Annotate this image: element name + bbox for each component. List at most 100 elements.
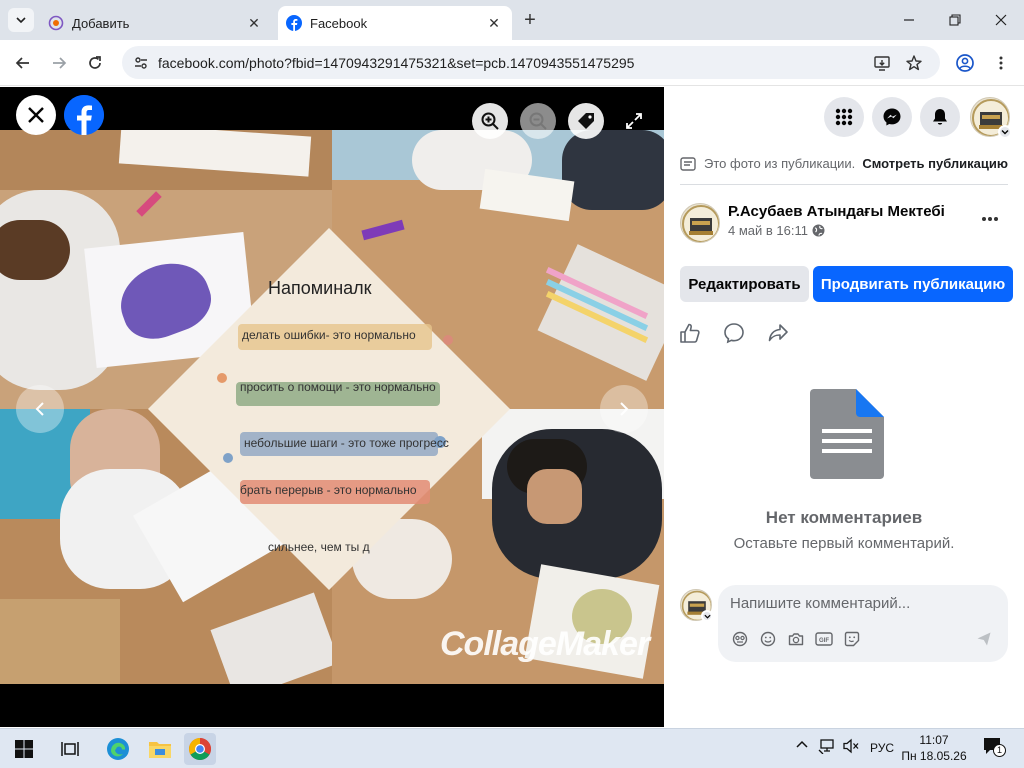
chevron-up-icon: [796, 740, 808, 748]
address-bar[interactable]: facebook.com/photo?fbid=1470943291475321…: [122, 46, 940, 79]
fullscreen-button[interactable]: [616, 103, 652, 139]
edit-button[interactable]: Редактировать: [680, 266, 809, 302]
globe-icon: [812, 224, 825, 237]
comment-input[interactable]: Напишите комментарий... GIF: [718, 585, 1008, 662]
profile-button[interactable]: [950, 48, 980, 78]
clock-date: Пн 18.05.26: [901, 749, 967, 763]
zoom-out-button[interactable]: [520, 103, 556, 139]
notification-center-button[interactable]: 1: [982, 736, 1006, 759]
school-emblem-icon: [682, 205, 719, 242]
clock[interactable]: 11:07 Пн 18.05.26: [900, 732, 968, 764]
folder-icon: [149, 742, 171, 758]
comment-bubble-icon: [724, 323, 744, 344]
thumbs-up-icon: [680, 323, 700, 343]
close-tab-icon[interactable]: ✕: [484, 13, 504, 33]
menu-button[interactable]: [824, 97, 864, 137]
tab-dobavit[interactable]: Добавить ✕: [40, 6, 272, 40]
send-icon: [977, 632, 991, 646]
share-button[interactable]: [766, 321, 790, 345]
reload-button[interactable]: [80, 48, 110, 78]
task-view-button[interactable]: [54, 733, 86, 765]
network-button[interactable]: [818, 738, 836, 757]
install-app-button[interactable]: [869, 50, 895, 76]
forward-button[interactable]: [44, 48, 74, 78]
more-horizontal-icon: [982, 217, 998, 221]
view-publication-link[interactable]: Смотреть публикацию: [862, 156, 1008, 171]
close-tab-icon[interactable]: ✕: [244, 13, 264, 33]
site-info-button[interactable]: [126, 48, 156, 78]
restore-window-button[interactable]: [932, 0, 978, 40]
clock-time: 11:07: [919, 733, 949, 747]
comment-button[interactable]: [722, 321, 746, 345]
show-hidden-icons-button[interactable]: [795, 738, 809, 755]
author-avatar[interactable]: [680, 203, 720, 243]
fullscreen-icon: [626, 113, 642, 129]
edge-browser-button[interactable]: [102, 733, 134, 765]
messenger-icon: [883, 108, 901, 126]
zoom-out-icon: [529, 112, 547, 130]
photo-viewer: Напоминалк делать ошибки- это нормально …: [0, 87, 664, 727]
edge-icon: [107, 738, 129, 760]
previous-photo-button[interactable]: [16, 385, 64, 433]
back-button[interactable]: [8, 48, 38, 78]
author-name[interactable]: Р.Асубаев Атындағы Мектебі: [728, 203, 945, 220]
chevron-right-icon: [620, 402, 629, 416]
like-button[interactable]: [678, 321, 702, 345]
tune-icon: [135, 56, 147, 69]
close-photo-button[interactable]: [16, 95, 56, 135]
avatar-sticker-button[interactable]: [730, 629, 750, 649]
notifications-button[interactable]: [920, 97, 960, 137]
emoji-button[interactable]: [758, 629, 778, 649]
network-icon: [818, 739, 834, 755]
chrome-browser-button[interactable]: [184, 733, 216, 765]
minimize-icon: [904, 19, 914, 21]
minimize-window-button[interactable]: [886, 0, 932, 40]
reload-icon: [89, 56, 101, 69]
next-photo-button[interactable]: [600, 385, 648, 433]
poster-line: брать перерыв - это нормально: [240, 483, 417, 497]
smiley-icon: [760, 631, 776, 647]
commenter-switch-chevron[interactable]: [701, 610, 713, 622]
bookmark-star-button[interactable]: [901, 50, 927, 76]
close-window-button[interactable]: [978, 0, 1024, 40]
facebook-favicon-icon: [286, 15, 302, 31]
divider: [680, 184, 1008, 185]
post-date-row: 4 май в 16:11: [728, 223, 825, 238]
tag-photo-button[interactable]: [568, 103, 604, 139]
chevron-down-icon: [703, 614, 711, 619]
post-more-options-button[interactable]: [974, 205, 1006, 233]
facebook-logo-button[interactable]: [64, 95, 104, 135]
photo-attach-button[interactable]: [786, 629, 806, 649]
tab-facebook[interactable]: Facebook ✕: [278, 6, 512, 40]
post-document-icon: [680, 156, 696, 171]
browser-menu-button[interactable]: [986, 48, 1016, 78]
account-circle-icon: [956, 54, 974, 72]
tab-title: Добавить: [72, 15, 130, 31]
restore-icon: [949, 14, 961, 26]
volume-button[interactable]: [842, 738, 860, 757]
camera-icon: [788, 633, 804, 646]
zoom-in-button[interactable]: [472, 103, 508, 139]
chevron-down-icon: [16, 17, 26, 24]
start-button[interactable]: [8, 733, 40, 765]
language-indicator[interactable]: РУС: [870, 741, 894, 755]
poster-line: сильнее, чем ты д: [268, 540, 370, 554]
poster-line: небольшие шаги - это тоже прогресс: [244, 436, 449, 450]
speaker-muted-icon: [843, 738, 859, 754]
avatar-sticker-icon: [732, 631, 748, 647]
chevron-left-icon: [35, 402, 44, 416]
account-menu-chevron[interactable]: [998, 125, 1012, 139]
sticker-button[interactable]: [842, 629, 862, 649]
publication-note-text: Это фото из публикации.: [704, 156, 856, 171]
share-arrow-icon: [768, 324, 788, 342]
gif-button[interactable]: GIF: [814, 629, 834, 649]
photo-collage[interactable]: Напоминалк делать ошибки- это нормально …: [0, 130, 664, 684]
sticker-icon: [844, 631, 860, 647]
post-date[interactable]: 4 май в 16:11: [728, 223, 808, 238]
tab-search-dropdown[interactable]: [8, 8, 34, 32]
send-comment-button[interactable]: [974, 629, 994, 649]
messenger-button[interactable]: [872, 97, 912, 137]
new-tab-button[interactable]: +: [518, 8, 542, 32]
promote-post-button[interactable]: Продвигать публикацию: [813, 266, 1013, 302]
file-explorer-button[interactable]: [144, 733, 176, 765]
